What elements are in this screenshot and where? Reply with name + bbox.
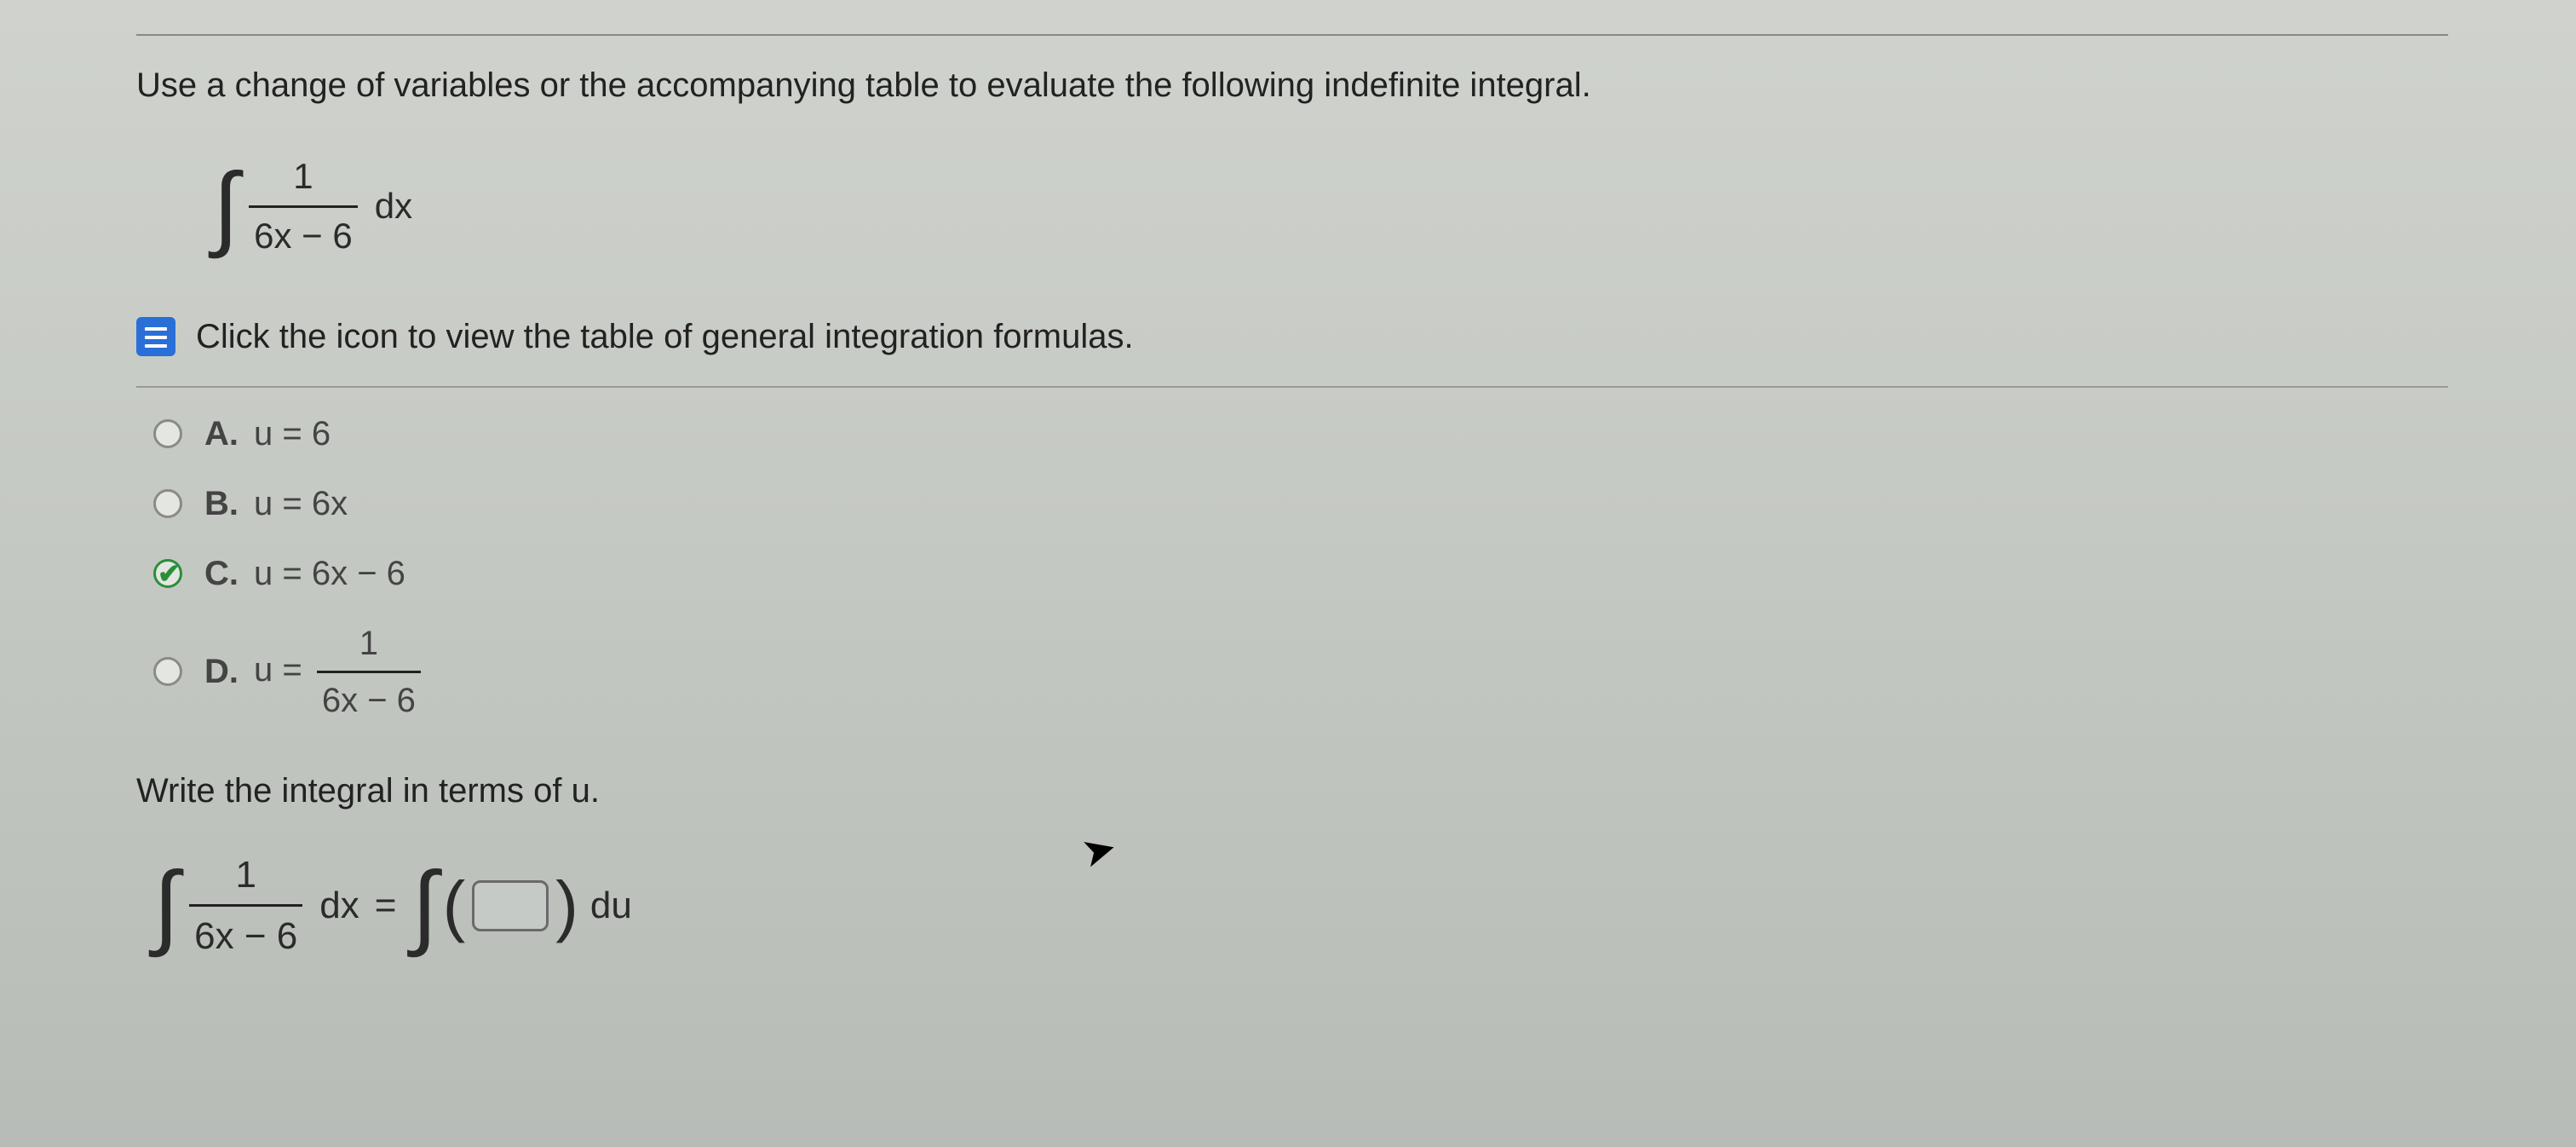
choice-a[interactable]: A. u = 6 — [153, 410, 2448, 458]
lhs-den: 6x − 6 — [189, 904, 302, 963]
integrand-fraction: 1 6x − 6 — [249, 152, 358, 262]
rewrite-equation: ∫ 1 6x − 6 dx = ∫ ( ) du — [153, 849, 2448, 963]
choice-letter: B. — [204, 480, 239, 527]
choice-d-fraction: 1 6x − 6 — [317, 620, 421, 724]
choice-d-num: 1 — [354, 620, 383, 671]
choice-text: u = 6x — [254, 480, 348, 527]
choice-d[interactable]: D. u = 1 6x − 6 — [153, 620, 2448, 724]
choices-separator — [136, 386, 2448, 388]
table-link-row[interactable]: Click the icon to view the table of gene… — [136, 313, 2448, 360]
choice-d-prefix: u = — [254, 651, 302, 689]
choice-letter: A. — [204, 410, 239, 458]
choice-b[interactable]: B. u = 6x — [153, 480, 2448, 527]
choice-d-den: 6x − 6 — [317, 671, 421, 724]
choice-text: u = 6x − 6 — [254, 550, 405, 597]
rhs-diff: du — [590, 879, 632, 932]
denominator: 6x − 6 — [249, 205, 358, 262]
table-link-icon[interactable] — [136, 317, 175, 356]
lhs-num: 1 — [230, 849, 261, 905]
right-paren: ) — [555, 889, 578, 923]
choice-text: u = 6 — [254, 410, 331, 458]
radio-a[interactable] — [153, 419, 182, 448]
integral-sign-icon: ∫ — [153, 873, 179, 938]
choice-letter: C. — [204, 550, 239, 597]
lhs-diff: dx — [319, 879, 359, 932]
radio-b[interactable] — [153, 489, 182, 518]
left-paren: ( — [443, 889, 466, 923]
integral-sign-icon: ∫ — [411, 873, 437, 938]
question-prompt: Use a change of variables or the accompa… — [136, 61, 2448, 109]
radio-c[interactable] — [153, 559, 182, 588]
choice-c[interactable]: C. u = 6x − 6 — [153, 550, 2448, 597]
numerator: 1 — [288, 152, 318, 205]
equals-sign: = — [375, 879, 397, 932]
choice-text: u = 1 6x − 6 — [254, 620, 426, 724]
radio-d[interactable] — [153, 657, 182, 686]
lhs-fraction: 1 6x − 6 — [189, 849, 302, 963]
sub-prompt: Write the integral in terms of u. — [136, 767, 2448, 815]
choice-letter: D. — [204, 648, 239, 695]
differential: dx — [375, 182, 412, 232]
answer-input[interactable] — [472, 880, 549, 931]
table-link-text: Click the icon to view the table of gene… — [196, 313, 1134, 360]
given-integral: ∫ 1 6x − 6 dx — [213, 152, 2448, 262]
integral-sign-icon: ∫ — [213, 174, 239, 239]
top-rule — [136, 34, 2448, 36]
